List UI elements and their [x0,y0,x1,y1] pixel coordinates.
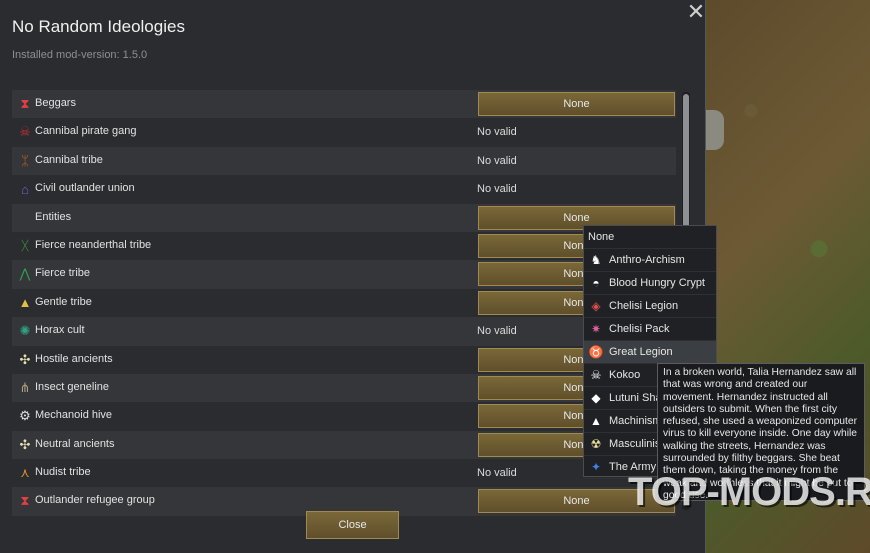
faction-row: ⚙ Mechanoid hive None [12,402,676,430]
chelisi-legion-icon: ◈ [591,299,601,313]
chelisi-pack-icon: ✷ [590,322,602,336]
faction-name: Beggars [35,97,76,109]
dropdown-item-label: The Army [609,461,657,473]
dropdown-item[interactable]: ✷ Chelisi Pack [584,318,716,341]
faction-row: ✣ Neutral ancients None [12,430,676,460]
house-icon: ⌂ [21,181,29,197]
gear-icon: ⚙ [19,408,31,424]
ideology-select-button[interactable]: None [478,489,675,514]
masculinis-icon: ☢ [590,437,602,451]
faction-name: Insect geneline [35,380,109,393]
anthro-icon: ♞ [590,253,602,267]
dropdown-item-label: Machinism [609,415,662,427]
faction-name: Horax cult [35,324,85,337]
insect-icon: ⋔ [19,379,31,395]
faction-name: Outlander refugee group [35,494,155,507]
faction-name: Nudist tribe [35,466,91,479]
dropdown-item[interactable]: ◓ Blood Hungry Crypt [584,272,716,295]
beggars-icon: ⧗ [20,96,30,111]
faction-name: Fierce tribe [35,267,91,280]
ideology-select-button[interactable]: None [478,92,675,116]
faction-name: Cannibal pirate gang [35,125,137,138]
faction-name: Fierce neanderthal tribe [35,238,152,251]
faction-row: ⌂ Civil outlander union No valid [12,175,676,203]
refugee-icon: ⧗ [20,493,30,509]
faction-list: ⧗ Beggars None ☠ Cannibal pirate gang No vali… [12,90,676,516]
dialog-title: No Random Ideologies [12,17,185,36]
faction-row: ⧗ Beggars None [12,90,676,119]
faction-row: ▲ Gentle tribe None [12,289,676,317]
dropdown-item-label: Chelisi Legion [609,300,679,312]
dropdown-item-label: Great Legion [609,346,673,358]
close-button[interactable]: Close [306,511,399,539]
skull-icon: ☠ [19,124,31,140]
tribe-icon: ᛯ [21,153,29,169]
faction-row: ᚷ Fierce neanderthal tribe None [12,232,676,260]
faction-row: ☠ Cannibal pirate gang No valid [12,118,676,146]
close-icon[interactable]: ✕ [686,1,706,23]
faction-row: ⋔ Insect geneline None [12,373,676,403]
dropdown-item-label: Chelisi Pack [609,323,670,335]
skull-icon: ☠ [590,368,602,382]
no-valid-label: No valid [477,183,517,196]
faction-row: ✣ Hostile ancients None [12,346,676,374]
faction-name: Neutral ancients [35,437,115,450]
faction-name: Entities [35,210,72,223]
ancients-icon: ✣ [19,436,31,452]
dropdown-item-label: Masculinis [609,438,661,450]
faction-row: ⋀ Fierce tribe None [12,260,676,289]
dropdown-item-label: Lutuni Sha [609,392,662,404]
tent-icon: ▲ [18,295,32,311]
faction-row: ᛯ Cannibal tribe No valid [12,146,676,176]
nudist-icon: ⋏ [20,465,30,481]
army-icon: ✦ [590,460,602,474]
no-valid-label: No valid [477,325,517,338]
dropdown-item-label: Blood Hungry Crypt [609,277,705,289]
machinism-icon: ▲ [590,414,602,428]
ancients-icon: ✣ [19,351,31,367]
faction-name: Civil outlander union [35,182,135,195]
faction-name: Cannibal tribe [35,153,103,166]
faction-row: ✺ Horax cult No valid [12,317,676,346]
ideology-tooltip: In a broken world, Talia Hernandez saw a… [657,363,865,501]
faction-name: Gentle tribe [35,295,92,308]
neanderthal-icon: ᚷ [21,238,29,254]
faction-name: Hostile ancients [35,352,113,365]
dropdown-item[interactable]: ◈ Chelisi Legion [584,295,716,318]
great-legion-icon: ♉ [588,345,604,359]
faction-row: Entities None [12,203,676,232]
dropdown-item[interactable]: ♉ Great Legion [584,341,716,364]
dropdown-item[interactable]: ♞ Anthro-Archism [584,249,716,272]
dropdown-item-label: Kokoo [609,369,641,381]
dropdown-item-label: None [588,231,615,243]
crypt-icon: ◓ [592,276,600,290]
no-valid-label: No valid [477,467,517,480]
faction-row: ⋏ Nudist tribe No valid [12,459,676,487]
no-valid-label: No valid [477,126,517,139]
faction-name: Mechanoid hive [35,409,113,422]
mod-version-label: Installed mod-version: 1.5.0 [12,49,148,61]
lutuni-icon: ◆ [591,391,601,405]
tribe-icon: ⋀ [19,266,31,282]
no-valid-label: No valid [477,154,517,167]
dropdown-item[interactable]: None [584,226,716,249]
horax-icon: ✺ [19,323,31,339]
dropdown-item-label: Anthro-Archism [609,254,685,266]
